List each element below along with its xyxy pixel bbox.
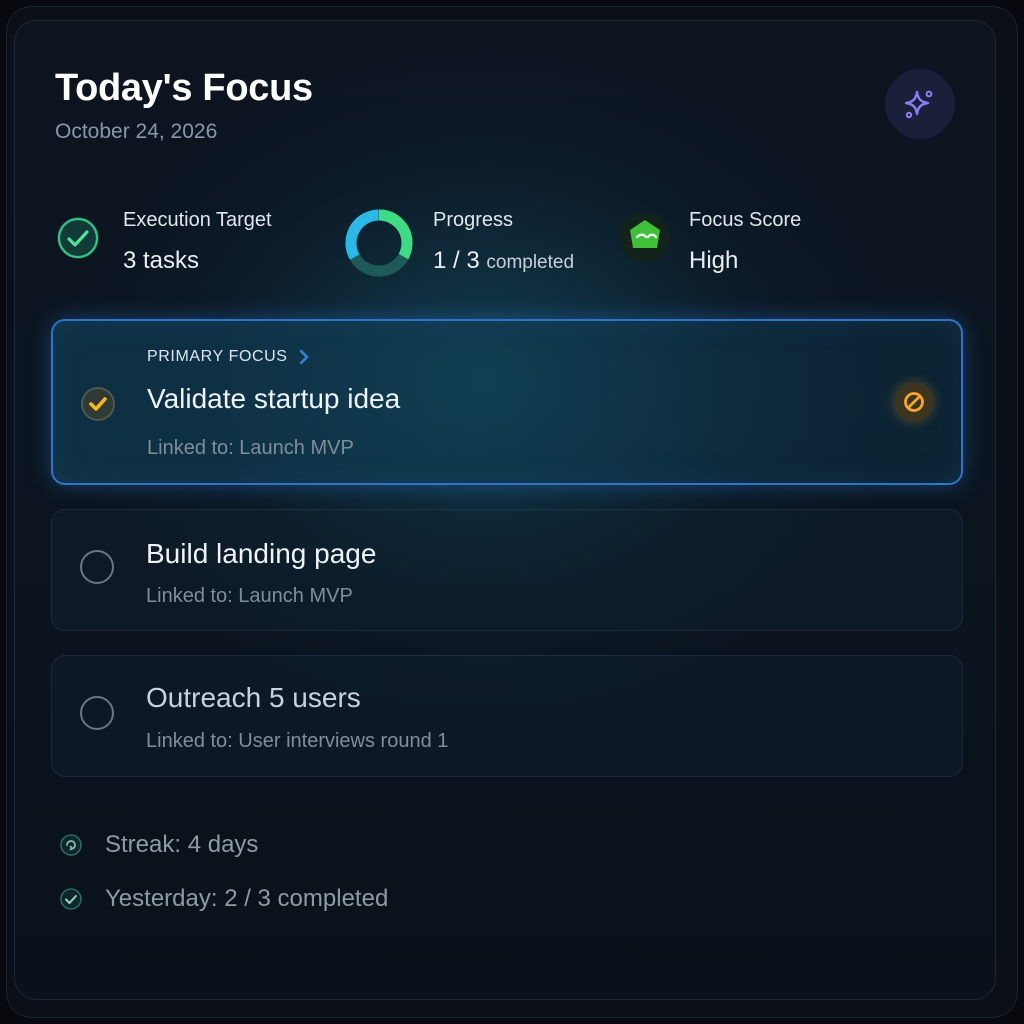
stat-progress: Progress 1 / 3 completed (343, 207, 603, 287)
progress-count: 1 / 3 (433, 247, 480, 274)
chevron-right-icon (299, 349, 309, 365)
stat-execution-target: Execution Target 3 tasks (55, 207, 315, 287)
streak-icon (60, 834, 82, 856)
page-date: October 24, 2026 (55, 120, 218, 143)
stat-value: 1 / 3 completed (433, 247, 574, 275)
task-checkbox[interactable] (80, 550, 114, 584)
task-card[interactable]: Build landing page Linked to: Launch MVP (51, 509, 963, 631)
sparkles-icon (904, 90, 933, 119)
task-checkbox[interactable] (81, 387, 115, 421)
streak-text: Streak: 4 days (105, 831, 259, 858)
task-name: Outreach 5 users (146, 682, 361, 713)
ai-suggest-button[interactable] (885, 69, 955, 139)
progress-ring-icon (345, 209, 413, 277)
block-icon (904, 392, 924, 412)
checkmark-icon (89, 397, 107, 411)
stat-label: Execution Target (123, 209, 272, 231)
task-linked-goal: Linked to: User interviews round 1 (146, 730, 449, 752)
primary-focus-label: PRIMARY FOCUS (147, 348, 288, 365)
stat-label: Progress (433, 209, 514, 231)
check-circle-small-icon (60, 888, 82, 910)
stat-focus-score: Focus Score High (619, 207, 859, 287)
task-checkbox[interactable] (80, 696, 114, 730)
streak-row: Streak: 4 days (59, 831, 258, 859)
stat-value: 3 tasks (123, 247, 200, 274)
yesterday-text: Yesterday: 2 / 3 completed (105, 885, 389, 912)
stat-label: Focus Score (689, 209, 802, 231)
page-title: Today's Focus (55, 67, 313, 109)
task-linked-goal: Linked to: Launch MVP (146, 585, 353, 607)
task-card[interactable]: Outreach 5 users Linked to: User intervi… (51, 655, 963, 777)
progress-suffix: completed (486, 252, 575, 273)
stat-value: High (689, 247, 739, 274)
yesterday-row: Yesterday: 2 / 3 completed (59, 885, 388, 913)
task-name: Validate startup idea (147, 383, 401, 414)
task-linked-goal: Linked to: Launch MVP (147, 437, 354, 459)
block-task-button[interactable] (895, 383, 933, 421)
focus-card: Today's Focus October 24, 2026 Execution… (14, 20, 996, 1000)
task-name: Build landing page (146, 538, 377, 569)
task-card-primary[interactable]: PRIMARY FOCUS Validate startup idea Link… (51, 319, 963, 485)
check-circle-icon (57, 217, 99, 259)
focus-gem-icon (620, 212, 670, 262)
